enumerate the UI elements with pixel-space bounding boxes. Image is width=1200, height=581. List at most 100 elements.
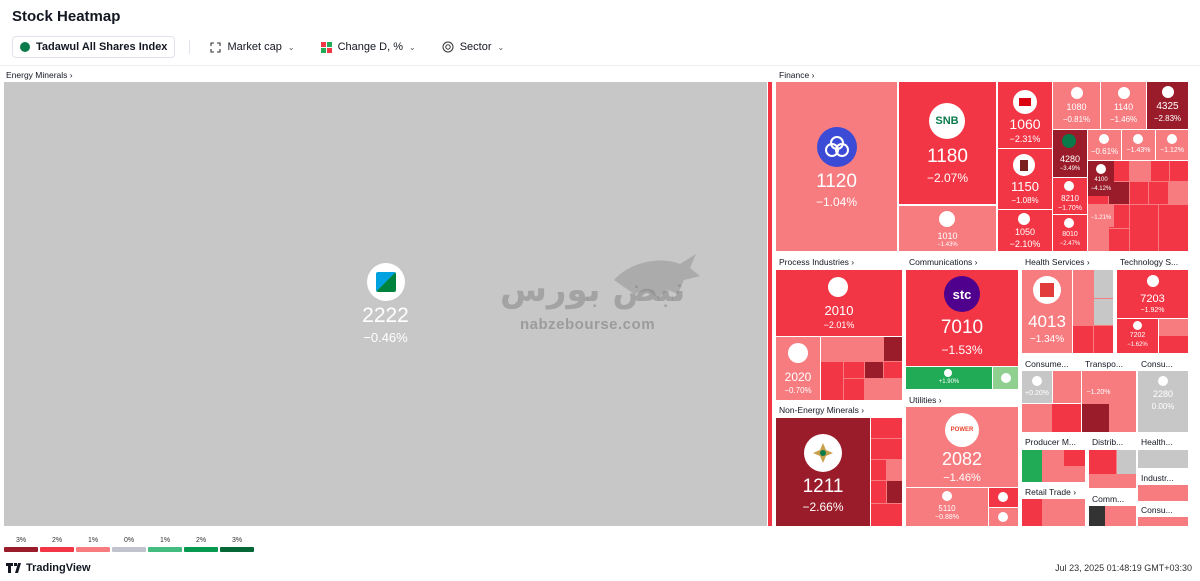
tile-symbol: 4325 (1156, 101, 1179, 112)
tile-2082[interactable]: POWER 2082 −1.46% (906, 407, 1018, 487)
tile-health-small-group[interactable] (1073, 270, 1113, 353)
tile-5110[interactable]: 5110 −0.88% (906, 488, 988, 526)
sector-label-consumer-durables[interactable]: Consu... (1141, 359, 1197, 369)
tile-utilities-c[interactable] (989, 508, 1018, 526)
tradingview-logo[interactable]: TradingView (6, 562, 91, 574)
riyad-bank-logo-icon (939, 211, 955, 227)
tile-change: +0.20% (1025, 390, 1049, 397)
tile-8010[interactable]: 8010 −2.47% (1053, 215, 1087, 251)
color-grid-icon (320, 41, 332, 53)
thin-energy-tile[interactable] (768, 82, 772, 526)
group-by-dropdown[interactable]: Sector ⌄ (436, 36, 511, 58)
tile-process-small-group[interactable] (821, 337, 902, 400)
tile-finance-c[interactable]: −1.12% (1156, 130, 1188, 160)
chevron-down-icon: ⌄ (409, 42, 416, 52)
tile-symbol: 2082 (941, 449, 983, 469)
tradingview-wordmark: TradingView (26, 562, 91, 574)
tile-transport-group[interactable]: −1.20% (1082, 371, 1136, 432)
tile-7203[interactable]: 7203 −1.92% (1117, 270, 1188, 318)
color-by-dropdown[interactable]: Change D, % ⌄ (315, 36, 422, 58)
mobily-logo-icon (1001, 373, 1011, 383)
tile-8210[interactable]: 8210 −1.70% (1053, 178, 1087, 214)
sector-label-industrial-services[interactable]: Industr... (1141, 473, 1197, 483)
anb-logo-icon (1071, 87, 1083, 99)
albilad-logo-icon (1118, 87, 1130, 99)
sector-label-commercial-services[interactable]: Comm... (1092, 494, 1136, 504)
tile-change: −2.83% (1153, 114, 1182, 123)
expand-icon (210, 41, 221, 53)
sector-label-energy-minerals[interactable]: Energy Minerals › (6, 70, 73, 80)
tile-consumer-a[interactable]: +0.20% (1022, 371, 1052, 403)
tile-4100[interactable]: 4100 −4.12% (1088, 161, 1114, 196)
tile-symbol: 1080 (1066, 102, 1087, 112)
sector-label-process-industries[interactable]: Process Industries › (779, 257, 854, 267)
tile-2020[interactable]: 2020 −0.70% (776, 337, 820, 400)
tile-finance-a[interactable]: −0.61% (1088, 130, 1121, 160)
bupa-logo-icon (1064, 181, 1074, 191)
umm-alqura-logo-icon (1162, 86, 1174, 98)
size-by-dropdown[interactable]: Market cap ⌄ (204, 36, 300, 58)
tile-industrial-group[interactable] (1138, 485, 1188, 501)
tile-2010[interactable]: 2010 −2.01% (776, 270, 902, 336)
sector-label-health-services[interactable]: Health Services › (1025, 257, 1090, 267)
tile-4013[interactable]: 4013 −1.34% (1022, 270, 1072, 353)
snb-logo-icon: SNB (929, 103, 965, 139)
tile-consumer-b[interactable] (1053, 371, 1081, 403)
sector-label-consumer-non-durables[interactable]: Consu... (1141, 505, 1197, 515)
sector-label-utilities[interactable]: Utilities › (909, 395, 942, 405)
sector-label-transportation[interactable]: Transpo... (1085, 359, 1137, 369)
tile-1211[interactable]: 1211 −2.66% (776, 418, 870, 526)
almarai-logo-icon (1158, 376, 1168, 386)
tile-comms-b[interactable] (993, 367, 1018, 389)
tile-1080[interactable]: 1080 −0.81% (1053, 82, 1100, 129)
tile-retail-group[interactable] (1022, 499, 1085, 526)
legend-item: 3% (220, 537, 254, 552)
tile-1150[interactable]: 1150 −1.08% (998, 149, 1052, 209)
sector-label-non-energy-minerals[interactable]: Non-Energy Minerals › (779, 405, 864, 415)
tile-distribution-group[interactable] (1089, 450, 1136, 488)
tile-2280[interactable]: 2280 0.00% (1138, 371, 1188, 432)
sulaiman-alhabib-logo-icon (1033, 276, 1061, 304)
tile-1010[interactable]: 1010 −1.43% (899, 206, 996, 251)
tile-commercial-group[interactable] (1089, 506, 1136, 526)
tile-symbol: 1180 (927, 146, 968, 167)
tile-1060[interactable]: 1060 −2.31% (998, 82, 1052, 148)
target-icon (442, 41, 454, 53)
sector-label-technology-services[interactable]: Technology S... (1120, 257, 1198, 267)
tile-change: −1.34% (1029, 334, 1065, 345)
sabic-agri-logo-icon (788, 343, 808, 363)
index-selector-button[interactable]: Tadawul All Shares Index (12, 36, 176, 58)
tile-change: −1.04% (815, 195, 858, 209)
tile-7202[interactable]: 7202 −1.62% (1117, 319, 1158, 353)
sector-label-consumer-services[interactable]: Consume... (1025, 359, 1081, 369)
tile-consumer-group[interactable] (1022, 404, 1081, 432)
tile-1050[interactable]: 1050 −2.10% (998, 210, 1052, 251)
tile-4325[interactable]: 4325 −2.83% (1147, 82, 1188, 129)
tile-1120[interactable]: 1120 −1.04% (776, 82, 897, 251)
sector-label-distribution[interactable]: Distrib... (1092, 437, 1136, 447)
tile-comms-a[interactable]: +1.90% (906, 367, 992, 389)
sector-label-finance[interactable]: Finance › (779, 70, 814, 80)
tile-finance-b[interactable]: −1.43% (1122, 130, 1155, 160)
sector-label-producer-manufacturing[interactable]: Producer M... (1025, 437, 1083, 447)
sector-label-retail-trade[interactable]: Retail Trade › (1025, 487, 1076, 497)
tile-1180[interactable]: SNB 1180 −2.07% (899, 82, 996, 204)
tile-tech-small[interactable] (1159, 319, 1188, 353)
tile-producer-group[interactable] (1022, 450, 1085, 482)
tile-change: −1.08% (1011, 196, 1039, 205)
color-legend: 3% 2% 1% 0% 1% 2% 3% (4, 537, 254, 552)
tile-4280[interactable]: 4280 −3.49% (1053, 130, 1087, 177)
tile-change: −2.31% (1009, 134, 1041, 144)
tile-symbol: 5110 (938, 504, 956, 513)
tile-utilities-b[interactable] (989, 488, 1018, 507)
alrajhi-logo-icon (817, 127, 857, 167)
tile-consumer-nondurables-group[interactable] (1138, 517, 1188, 526)
tile-nonenergy-small-group[interactable] (871, 418, 902, 526)
sector-label-health-technology[interactable]: Health... (1141, 437, 1197, 447)
tile-1140[interactable]: 1140 −1.46% (1101, 82, 1146, 129)
tile-healthtech-group[interactable] (1138, 450, 1188, 468)
sector-label-communications[interactable]: Communications › (909, 257, 978, 267)
tile-change: −0.61% (1090, 147, 1119, 156)
tile-finance-d[interactable]: −1.21% (1088, 205, 1114, 227)
tile-7010[interactable]: stc 7010 −1.53% (906, 270, 1018, 366)
